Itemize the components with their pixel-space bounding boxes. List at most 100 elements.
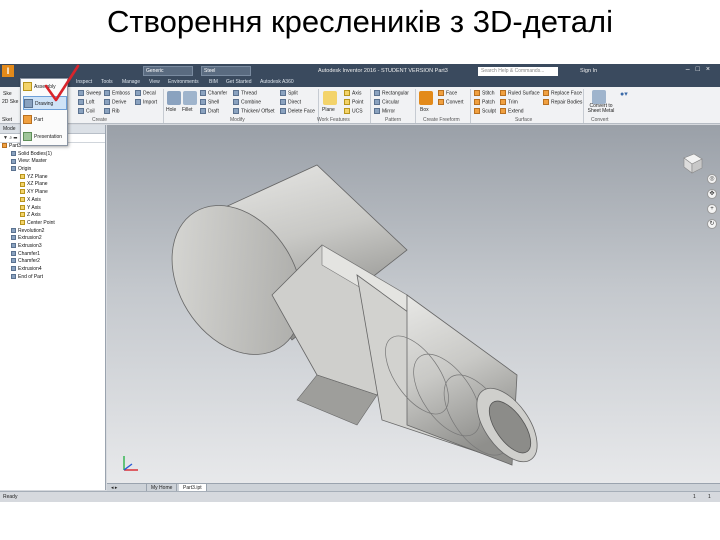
coil-icon — [78, 108, 84, 114]
ribbon-panel: Ske 2D Ske Sket Sweep Loft Coil Emboss D… — [0, 87, 720, 124]
tab-autodesk-a360[interactable]: Autodesk A360 — [260, 79, 294, 85]
window-controls[interactable]: –□× — [686, 66, 716, 73]
tab-bim[interactable]: BIM — [209, 79, 218, 85]
full-navigation-wheel-icon[interactable]: ◎ — [707, 174, 717, 184]
orbit-icon[interactable]: ↻ — [707, 219, 717, 229]
tree-item[interactable]: Z Axis — [0, 212, 105, 220]
tree-item[interactable]: Extrusion4 — [0, 266, 105, 274]
sketch-stub-label[interactable]: Ske — [3, 91, 12, 97]
tree-item[interactable]: YZ Plane — [0, 174, 105, 182]
patch-button[interactable]: Patch — [474, 99, 495, 105]
zoom-icon[interactable]: + — [707, 204, 717, 214]
navigation-bar: ◎ ✥ + ↻ — [707, 174, 717, 284]
tree-item-label: End of Part — [18, 273, 44, 280]
chamfer-button[interactable]: Chamfer — [200, 90, 227, 96]
thread-button[interactable]: Thread — [233, 90, 257, 96]
direct-button[interactable]: Direct — [280, 99, 301, 105]
ruled-surface-icon — [500, 90, 506, 96]
split-icon — [280, 90, 286, 96]
work-features-group-label: Work Features — [317, 117, 350, 123]
delete-face-button[interactable]: Delete Face — [280, 108, 315, 114]
rib-button[interactable]: Rib — [104, 108, 120, 114]
help-icon[interactable]: ●▾ — [620, 90, 628, 98]
tab-manage[interactable]: Manage — [122, 79, 140, 85]
feature-icon — [11, 158, 16, 164]
tree-item[interactable]: XY Plane — [0, 189, 105, 197]
tree-item[interactable]: Solid Bodies(1) — [0, 151, 105, 159]
sculpt-button[interactable]: Sculpt — [474, 108, 496, 114]
pan-icon[interactable]: ✥ — [707, 189, 717, 199]
import-button[interactable]: Import — [135, 99, 157, 105]
graphics-viewport[interactable] — [107, 125, 720, 490]
modify-group-label: Modify — [230, 117, 245, 123]
derive-button[interactable]: Derive — [104, 99, 126, 105]
coil-button[interactable]: Coil — [78, 108, 95, 114]
axis-button[interactable]: Axis — [344, 90, 361, 96]
viewcube-icon[interactable] — [680, 152, 704, 174]
menu-item-part[interactable]: Part — [23, 113, 67, 127]
tree-item[interactable]: Extrusion2 — [0, 235, 105, 243]
stitch-button[interactable]: Stitch — [474, 90, 495, 96]
thicken-offset-button[interactable]: Thicken/ Offset — [233, 108, 275, 114]
material-dropdown[interactable]: Steel — [201, 66, 251, 76]
feature-icon — [11, 150, 16, 156]
trim-button[interactable]: Trim — [500, 99, 518, 105]
fillet-button[interactable]: Fillet — [182, 107, 193, 113]
tab-tools[interactable]: Tools — [101, 79, 113, 85]
status-text: Ready — [3, 494, 18, 500]
window-title: Autodesk Inventor 2016 - STUDENT VERSION… — [318, 68, 448, 74]
face-button[interactable]: Face — [438, 90, 457, 96]
tree-item[interactable]: Chamfer2 — [0, 258, 105, 266]
emboss-button[interactable]: Emboss — [104, 90, 130, 96]
tree-item[interactable]: Origin — [0, 166, 105, 174]
plane-button[interactable]: Plane — [322, 107, 335, 113]
convert-button[interactable]: Convert — [438, 99, 464, 105]
sketch-stub-label[interactable]: 2D Ske — [2, 99, 18, 105]
convert-to-sheet-metal-button[interactable]: Convert to Sheet Metal — [586, 104, 616, 114]
status-count: 1 — [708, 494, 711, 500]
combine-button[interactable]: Combine — [233, 99, 261, 105]
slide-title: Створення креслеників з 3D-деталі — [106, 4, 614, 39]
ruled-surface-button[interactable]: Ruled Surface — [500, 90, 540, 96]
tree-item[interactable]: View: Master — [0, 158, 105, 166]
tree-item[interactable]: Revolution2 — [0, 228, 105, 236]
tree-item-label: View: Master — [18, 158, 47, 165]
tree-item[interactable]: Extrusion3 — [0, 243, 105, 251]
extend-button[interactable]: Extend — [500, 108, 524, 114]
circular-pattern-button[interactable]: Circular — [374, 99, 399, 105]
sign-in-link[interactable]: Sign In — [580, 68, 597, 74]
split-button[interactable]: Split — [280, 90, 298, 96]
box-button[interactable]: Box — [420, 107, 429, 113]
tree-item[interactable]: XZ Plane — [0, 181, 105, 189]
work-feature-icon — [20, 204, 25, 210]
tab-environments[interactable]: Environments — [168, 79, 199, 85]
tab-get-started[interactable]: Get Started — [226, 79, 252, 85]
repair-bodies-button[interactable]: Repair Bodies — [543, 99, 582, 105]
ucs-button[interactable]: UCS — [344, 108, 363, 114]
point-button[interactable]: Point — [344, 99, 363, 105]
tree-item[interactable]: X Axis — [0, 197, 105, 205]
part-model[interactable] — [107, 125, 720, 483]
draft-icon — [200, 108, 206, 114]
work-feature-icon — [20, 196, 25, 202]
tree-item[interactable]: Chamfer1 — [0, 251, 105, 259]
inventor-logo-button[interactable]: I — [2, 65, 14, 77]
hole-button[interactable]: Hole — [166, 107, 176, 113]
work-feature-icon — [20, 212, 25, 218]
tree-item[interactable]: End of Part — [0, 274, 105, 282]
tree-item[interactable]: Y Axis — [0, 205, 105, 213]
tree-item[interactable]: Center Point — [0, 220, 105, 228]
replace-face-button[interactable]: Replace Face — [543, 90, 582, 96]
tab-view[interactable]: View — [149, 79, 160, 85]
draft-button[interactable]: Draft — [200, 108, 219, 114]
decal-button[interactable]: Decal — [135, 90, 156, 96]
feature-icon — [11, 273, 16, 279]
repair-bodies-icon — [543, 99, 549, 105]
tree-item-label: Y Axis — [27, 204, 41, 211]
menu-item-presentation[interactable]: Presentation — [23, 130, 67, 144]
search-input[interactable]: Search Help & Commands... — [478, 67, 558, 76]
appearance-dropdown[interactable]: Generic — [143, 66, 193, 76]
mirror-button[interactable]: Mirror — [374, 108, 395, 114]
shell-button[interactable]: Shell — [200, 99, 219, 105]
rectangular-pattern-button[interactable]: Rectangular — [374, 90, 409, 96]
